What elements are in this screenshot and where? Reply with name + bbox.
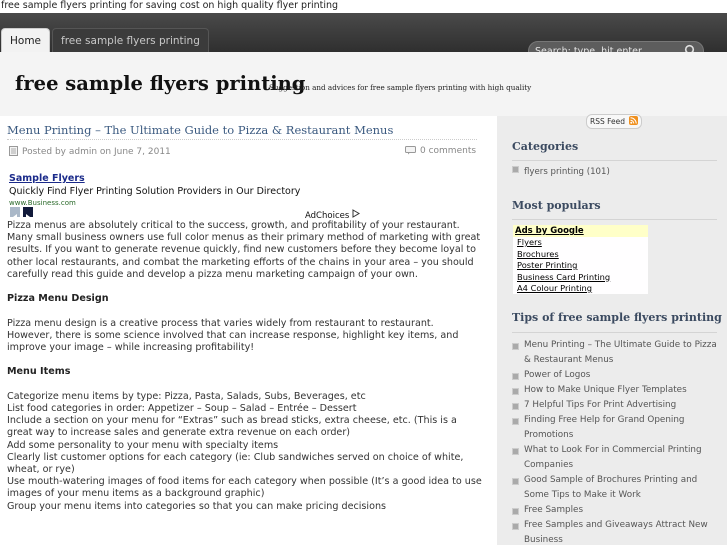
google-ad-link[interactable]: A4 Colour Printing: [513, 283, 648, 295]
post-title[interactable]: Menu Printing – The Ultimate Guide to Pi…: [7, 123, 393, 137]
bullet-icon: [512, 478, 519, 485]
site-description: Suggestion and advices for free sample f…: [269, 83, 532, 92]
tab-home[interactable]: Home: [1, 28, 51, 53]
bullet-icon: [512, 166, 519, 173]
arrow-right-icon[interactable]: [23, 207, 33, 220]
post-meta: Posted by admin on June 7, 2011: [9, 146, 171, 157]
adchoices-icon: [352, 209, 360, 218]
categories-divider: [512, 160, 717, 161]
list-item[interactable]: Free Samples and Giveaways Attract New B…: [512, 518, 717, 548]
list-item[interactable]: Finding Free Help for Grand Opening Prom…: [512, 413, 717, 443]
categories-heading: Categories: [512, 140, 579, 153]
popular-divider: [512, 219, 717, 220]
google-ads-header[interactable]: Ads by Google: [513, 225, 648, 237]
google-ad-link[interactable]: Brochures: [513, 249, 648, 261]
post-body: Pizza menus are absolutely critical to t…: [7, 220, 482, 513]
site-title[interactable]: free sample flyers printing: [15, 72, 305, 95]
list-item[interactable]: What to Look For in Commercial Printing …: [512, 443, 717, 473]
rss-feed-label: RSS Feed: [590, 117, 626, 126]
tip-link[interactable]: Finding Free Help for Grand Opening Prom…: [524, 413, 717, 443]
comment-bubble-icon: [405, 146, 416, 155]
tab-free-sample-flyers-printing[interactable]: free sample flyers printing: [52, 28, 209, 53]
tip-link[interactable]: Free Samples and Giveaways Attract New B…: [524, 518, 717, 548]
google-ads-box: Ads by Google Flyers Brochures Poster Pr…: [513, 225, 648, 294]
meta-divider: [7, 139, 477, 140]
bullet-icon: [512, 448, 519, 455]
post-intro: Pizza menus are absolutely critical to t…: [7, 220, 481, 280]
nav-bar: Home free sample flyers printing: [0, 13, 727, 62]
rss-feed-button[interactable]: RSS Feed: [586, 114, 643, 129]
section-heading-menu-items: Menu Items: [7, 366, 71, 378]
browser-title-line: free sample flyers printing for saving c…: [0, 0, 727, 13]
list-item[interactable]: Free Samples: [512, 503, 717, 518]
section-text-pizza-menu-design: Pizza menu design is a creative process …: [7, 317, 459, 353]
tip-link[interactable]: What to Look For in Commercial Printing …: [524, 443, 717, 473]
menu-items-line: Add some personality to your menu with s…: [7, 439, 279, 451]
menu-items-line: Clearly list customer options for each c…: [7, 451, 464, 475]
comments-link[interactable]: 0 comments: [405, 146, 476, 156]
bullet-icon: [512, 388, 519, 395]
ad-banner[interactable]: Sample Flyers Quickly Find Flyer Printin…: [7, 173, 362, 221]
category-item[interactable]: flyers printing (101): [512, 165, 717, 180]
bullet-icon: [512, 418, 519, 425]
menu-items-line: Categorize menu items by type: Pizza, Pa…: [7, 390, 366, 402]
google-ad-link[interactable]: Poster Printing: [513, 260, 648, 272]
category-label[interactable]: flyers printing (101): [524, 167, 610, 177]
bullet-icon: [512, 343, 519, 350]
comments-count[interactable]: 0 comments: [420, 146, 476, 156]
bullet-icon: [512, 403, 519, 410]
arrow-left-icon[interactable]: [10, 207, 20, 220]
list-item[interactable]: Power of Logos: [512, 368, 717, 383]
ad-url[interactable]: www.Business.com: [9, 199, 76, 206]
bullet-icon: [512, 373, 519, 380]
menu-items-line: List food categories in order: Appetizer…: [7, 402, 357, 414]
list-item[interactable]: 7 Helpful Tips For Print Advertising: [512, 398, 717, 413]
popular-heading: Most populars: [512, 199, 601, 212]
tips-divider: [512, 332, 717, 333]
site-header: free sample flyers printing Suggestion a…: [0, 52, 727, 116]
post-meta-text: Posted by admin on June 7, 2011: [22, 147, 171, 157]
ad-title[interactable]: Sample Flyers: [9, 173, 85, 184]
tip-link[interactable]: Power of Logos: [524, 368, 717, 383]
main-content: Menu Printing – The Ultimate Guide to Pi…: [0, 116, 497, 545]
tips-list: Menu Printing – The Ultimate Guide to Pi…: [512, 338, 717, 548]
google-ad-link[interactable]: Flyers: [513, 237, 648, 249]
tip-link[interactable]: 7 Helpful Tips For Print Advertising: [524, 398, 717, 413]
rss-icon: [629, 116, 639, 125]
sidebar: RSS Feed Categories flyers printing (101…: [497, 114, 727, 548]
menu-items-line: Use mouth-watering images of food items …: [7, 476, 482, 500]
tip-link[interactable]: How to Make Unique Flyer Templates: [524, 383, 717, 398]
bullet-icon: [512, 523, 519, 530]
google-ad-link[interactable]: Business Card Printing: [513, 272, 648, 284]
tip-link[interactable]: Good Sample of Brochures Printing and So…: [524, 473, 717, 503]
tips-heading: Tips of free sample flyers printing: [512, 311, 722, 324]
list-item[interactable]: Menu Printing – The Ultimate Guide to Pi…: [512, 338, 717, 368]
list-item[interactable]: Good Sample of Brochures Printing and So…: [512, 473, 717, 503]
ad-text: Quickly Find Flyer Printing Solution Pro…: [9, 186, 301, 197]
bullet-icon: [512, 508, 519, 515]
tip-link[interactable]: Free Samples: [524, 503, 717, 518]
tip-link[interactable]: Menu Printing – The Ultimate Guide to Pi…: [524, 338, 717, 368]
menu-items-line: Group your menu items into categories so…: [7, 500, 387, 512]
menu-items-line: Include a section on your menu for “Extr…: [7, 415, 457, 439]
document-icon: [9, 146, 18, 156]
list-item[interactable]: How to Make Unique Flyer Templates: [512, 383, 717, 398]
section-heading-pizza-menu-design: Pizza Menu Design: [7, 293, 109, 305]
